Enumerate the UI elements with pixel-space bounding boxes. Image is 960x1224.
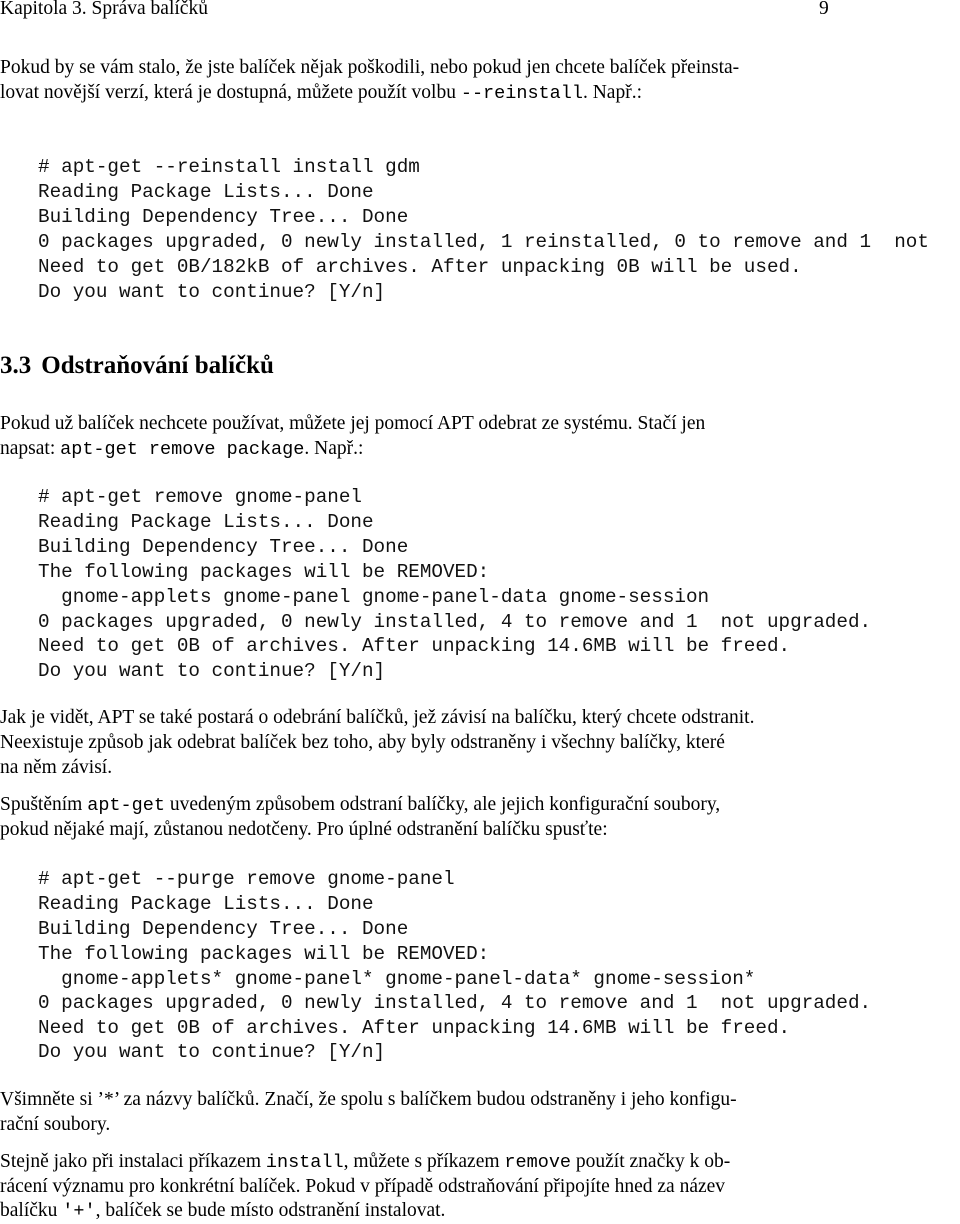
text-run: lovat novější verzí, která je dostupná, … [0,82,461,103]
page-number: 9 [819,0,829,19]
text-line: balíčku '+', balíček se bude místo odstr… [0,1199,445,1224]
code-line: Building Dependency Tree... Done [38,206,409,228]
code-line: Reading Package Lists... Done [38,181,374,203]
text-run: . Např.: [304,438,364,459]
inline-code: remove [504,1152,572,1173]
inline-code: --reinstall [460,83,583,104]
code-line: Do you want to continue? [Y/n] [38,660,386,682]
code-line: Reading Package Lists... Done [38,511,374,533]
code-line: Need to get 0B/182kB of archives. After … [38,256,802,278]
text-run: Stejně jako při instalaci příkazem [0,1151,266,1172]
text-line: lovat novější verzí, která je dostupná, … [0,81,642,106]
inline-code: apt-get remove package [60,439,305,460]
text-run: uvedeným způsobem odstraní balíčky, ale … [164,794,721,815]
code-line: Need to get 0B of archives. After unpack… [38,1017,791,1039]
section-title: Odstraňování balíčků [41,352,274,379]
text-run: pokud nějaké mají, zůstanou nedotčeny. P… [0,819,608,840]
inline-code: install [265,1152,344,1173]
text-line: napsat: apt-get remove package. Např.: [0,437,363,462]
text-run: balíčku [0,1200,63,1221]
text-line: Pokud by se vám stalo, že jste balíček n… [0,56,739,80]
text-line: Neexistuje způsob jak odebrat balíček be… [0,731,725,755]
code-line: gnome-applets* gnome-panel* gnome-panel-… [38,968,756,990]
text-line: rační soubory. [0,1113,110,1137]
text-line: na něm závisí. [0,756,112,780]
section-number: 3.3 [0,352,32,379]
code-line: 0 packages upgraded, 0 newly installed, … [38,231,929,253]
text-run: rační soubory. [0,1114,111,1135]
code-line: Building Dependency Tree... Done [38,918,409,940]
code-line: Need to get 0B of archives. After unpack… [38,635,791,657]
text-run: Spuštěním [0,794,88,815]
code-line: # apt-get --purge remove gnome-panel [38,868,455,890]
code-line: gnome-applets gnome-panel gnome-panel-da… [38,586,710,608]
code-line: # apt-get --reinstall install gdm [38,156,420,178]
text-line: Spuštěním apt-get uvedeným způsobem odst… [0,793,720,818]
text-run: . Např.: [582,82,642,103]
text-run: použít značky k ob- [571,1151,731,1172]
text-run: Všimněte si ’*’ za názvy balíčků. Značí,… [0,1089,737,1110]
code-line: The following packages will be REMOVED: [38,943,490,965]
text-run: napsat: [0,438,61,459]
text-run: Pokud by se vám stalo, že jste balíček n… [0,57,740,78]
code-line: Building Dependency Tree... Done [38,536,409,558]
text-run: , můžete s příkazem [343,1151,505,1172]
text-line: Jak je vidět, APT se také postará o odeb… [0,706,754,730]
code-line: Reading Package Lists... Done [38,893,374,915]
section-heading: 3.3 Odstraňování balíčků [0,352,274,380]
chapter-title: Kapitola 3. Správa balíčků [0,0,208,19]
text-line: Všimněte si ’*’ za názvy balíčků. Značí,… [0,1088,737,1112]
code-line: 0 packages upgraded, 0 newly installed, … [38,611,872,633]
text-line: rácení významu pro konkrétní balíček. Po… [0,1175,725,1199]
code-line: The following packages will be REMOVED: [38,561,490,583]
inline-code: apt-get [87,795,165,816]
text-run: Neexistuje způsob jak odebrat balíček be… [0,732,725,753]
text-line: Stejně jako při instalaci příkazem insta… [0,1150,730,1175]
code-line: # apt-get remove gnome-panel [38,486,362,508]
code-line: 0 packages upgraded, 0 newly installed, … [38,992,872,1014]
code-line: Do you want to continue? [Y/n] [38,1041,386,1063]
text-run: na něm závisí. [0,757,113,778]
text-run: , balíček se bude místo odstranění insta… [95,1200,446,1221]
text-line: pokud nějaké mají, zůstanou nedotčeny. P… [0,818,608,842]
text-run: Pokud už balíček nechcete používat, může… [0,413,706,434]
inline-code: '+' [62,1201,96,1222]
text-line: Pokud už balíček nechcete používat, může… [0,412,705,436]
text-run: Jak je vidět, APT se také postará o odeb… [0,707,755,728]
text-run: rácení významu pro konkrétní balíček. Po… [0,1176,726,1197]
code-line: Do you want to continue? [Y/n] [38,281,386,303]
